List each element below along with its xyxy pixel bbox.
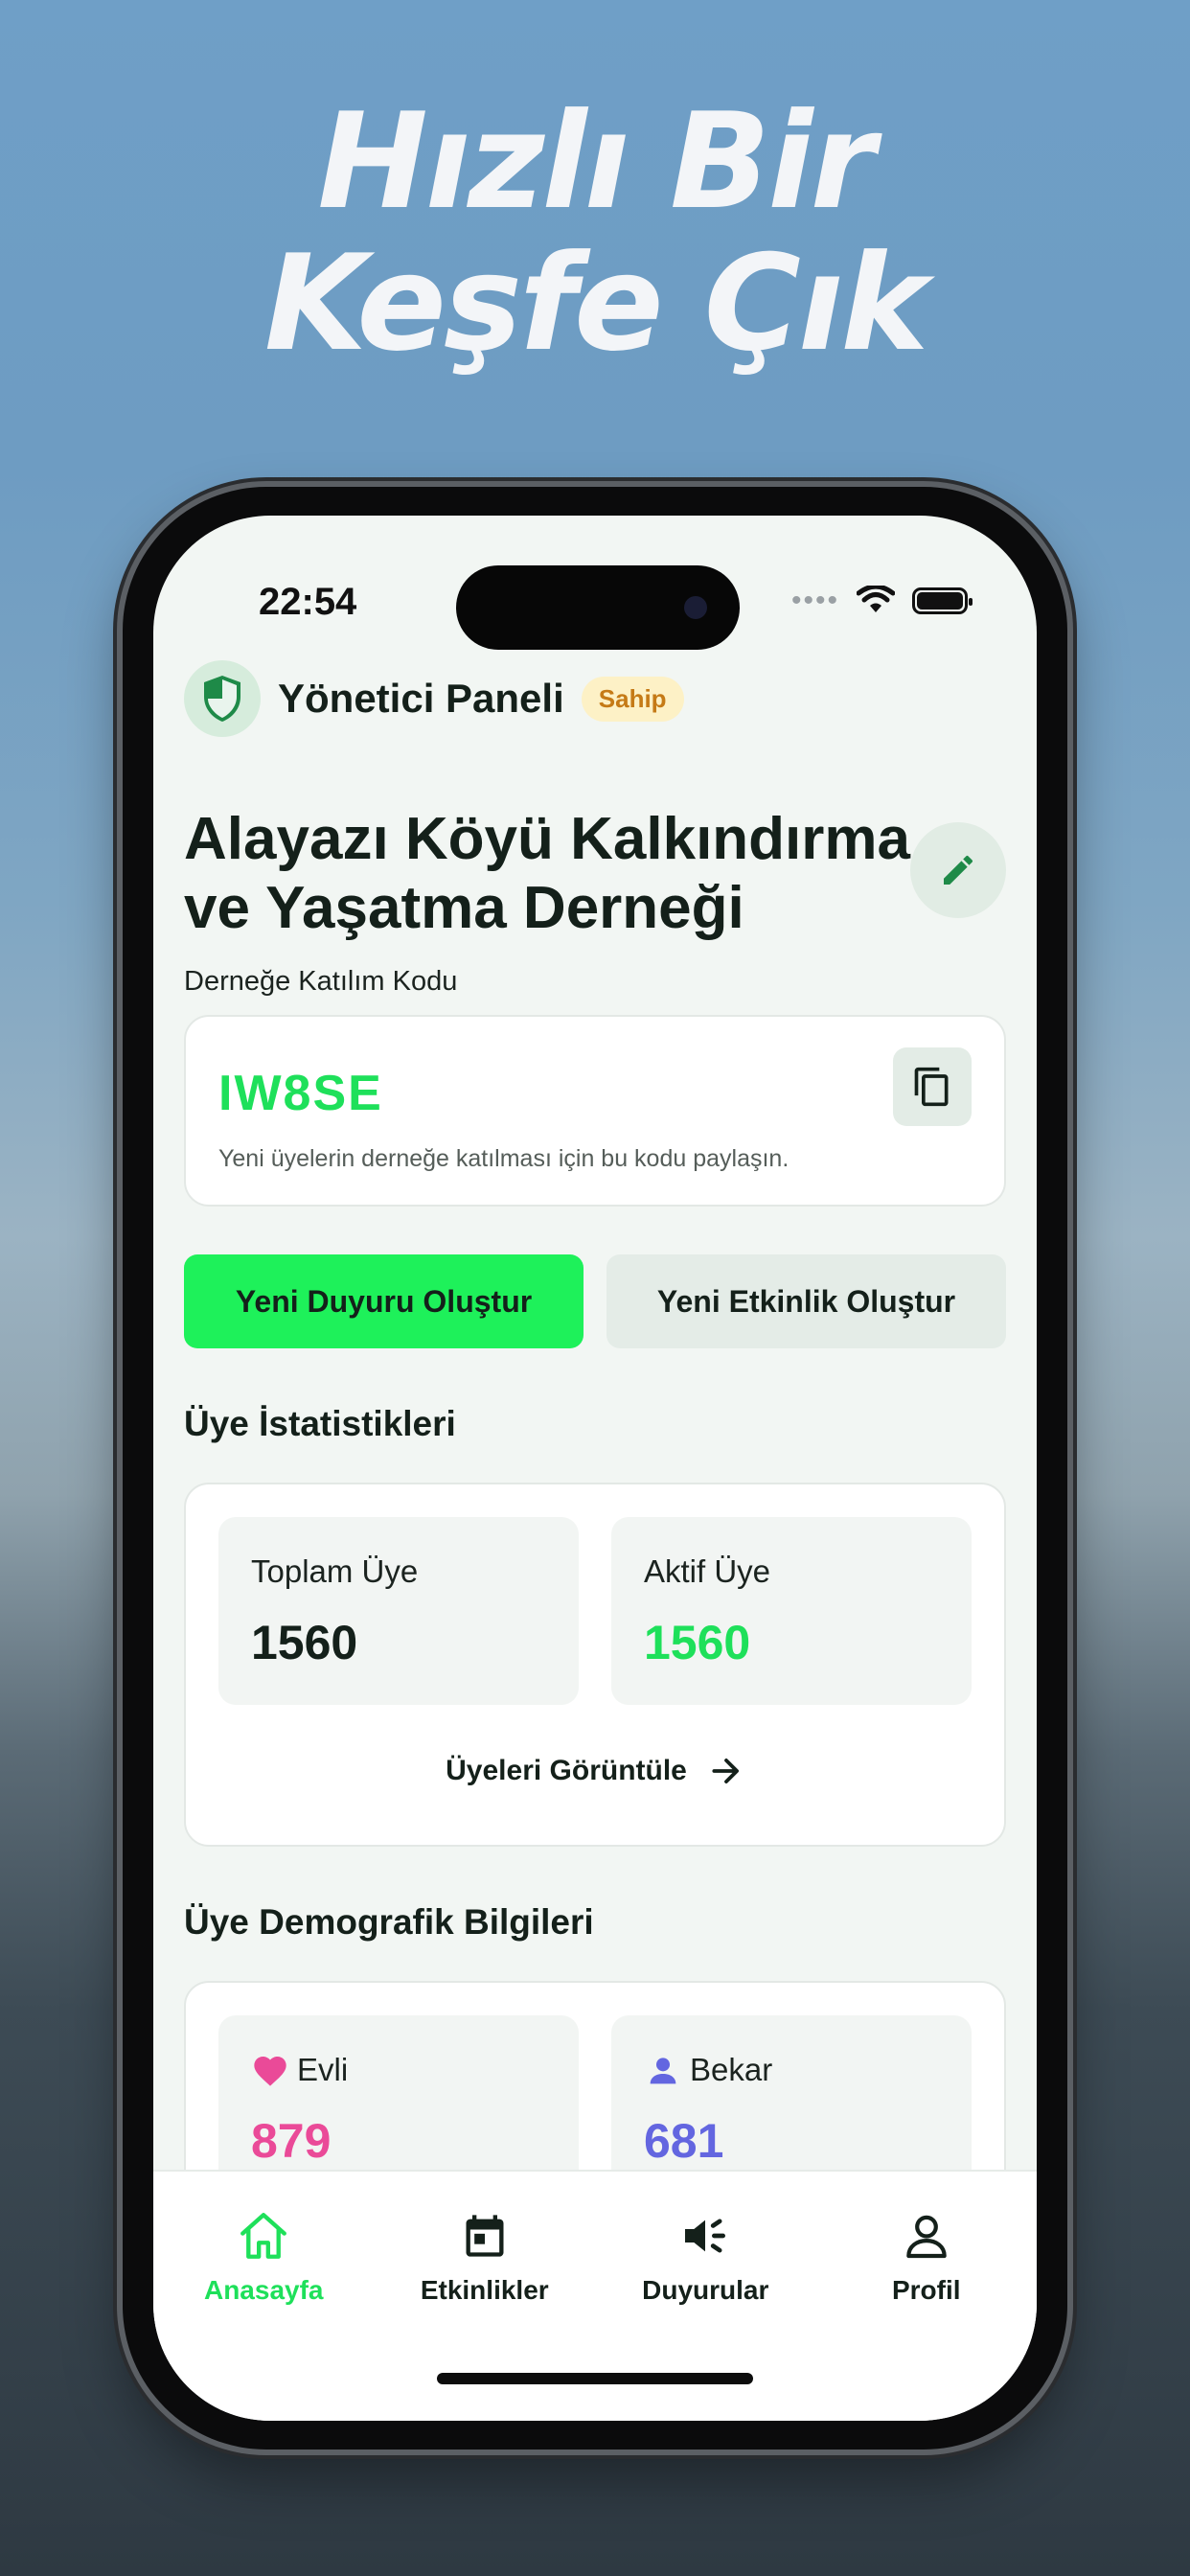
battery-icon: [912, 587, 973, 614]
heart-icon: [254, 2057, 286, 2086]
member-stats-card: Toplam Üye 1560 Aktif Üye 1560 Üyeleri G…: [184, 1483, 1006, 1847]
role-badge: Sahip: [581, 676, 684, 722]
single-value: 681: [644, 2114, 724, 2168]
tab-announcements-label: Duyurular: [642, 2275, 769, 2305]
signal-dots-icon: ••••: [790, 585, 839, 616]
tab-profile-label: Profil: [891, 2275, 961, 2305]
active-members-value: 1560: [644, 1616, 751, 1669]
home-icon: [240, 2213, 287, 2259]
admin-header: Yönetici Paneli Sahip: [184, 659, 1006, 738]
calendar-icon: [466, 2215, 504, 2257]
promo-line-2: Keşfe Çık: [263, 226, 928, 380]
member-stat-tiles: Toplam Üye 1560 Aktif Üye 1560: [218, 1517, 972, 1705]
married-label: Evli: [297, 2052, 349, 2087]
tab-events-label: Etkinlikler: [420, 2275, 549, 2305]
profile-icon: [905, 2215, 947, 2259]
tab-bar: Anasayfa Etkinlikler Duyurular Profil: [153, 2170, 1037, 2421]
tab-list: Anasayfa Etkinlikler Duyurular Profil: [153, 2206, 1037, 2306]
tab-home-label: Anasayfa: [203, 2275, 324, 2305]
edit-association-button[interactable]: [910, 822, 1006, 918]
association-name: Alayazı Köyü Kalkındırma ve Yaşatma Dern…: [184, 806, 911, 941]
status-time: 22:54: [259, 581, 357, 623]
active-members-label: Aktif Üye: [644, 1553, 771, 1589]
join-code-card: IW8SE Yeni üyelerin derneğe katılması iç…: [184, 1015, 1006, 1207]
page-title: Yönetici Paneli: [278, 676, 564, 721]
tab-events[interactable]: Etkinlikler: [375, 2206, 596, 2306]
main-content: Yönetici Paneli Sahip Alayazı Köyü Kalkı…: [184, 659, 1006, 2268]
active-members-tile: Aktif Üye 1560: [611, 1517, 972, 1705]
total-members-value: 1560: [251, 1616, 358, 1669]
dynamic-island: [456, 565, 740, 650]
new-event-button[interactable]: Yeni Etkinlik Oluştur: [606, 1254, 1006, 1348]
new-announcement-button[interactable]: Yeni Duyuru Oluştur: [184, 1254, 584, 1348]
shield-icon: [184, 660, 261, 737]
demographics-title: Üye Demografik Bilgileri: [184, 1902, 594, 1942]
association-header: Alayazı Köyü Kalkındırma ve Yaşatma Dern…: [184, 805, 1006, 943]
status-icons: ••••: [790, 585, 973, 617]
tab-announcements[interactable]: Duyurular: [595, 2206, 816, 2306]
join-code: IW8SE: [218, 1066, 383, 1121]
wifi-icon: [857, 586, 895, 612]
action-buttons: Yeni Duyuru Oluştur Yeni Etkinlik Oluştu…: [184, 1254, 1006, 1348]
single-label: Bekar: [690, 2052, 773, 2087]
tab-profile[interactable]: Profil: [816, 2206, 1038, 2306]
person-icon: [650, 2058, 676, 2084]
arrow-right-icon: [712, 1759, 739, 1783]
join-code-label: Derneğe Katılım Kodu: [184, 966, 458, 997]
megaphone-icon: [685, 2219, 726, 2253]
app-screen: 22:54 •••• Yönetici Paneli Sahip Alayazı…: [153, 516, 1037, 2421]
copy-code-button[interactable]: [893, 1047, 972, 1126]
pencil-icon: [944, 855, 973, 885]
promo-headline: Hızlı Bir Keşfe Çık: [0, 91, 1190, 375]
promo-line-1: Hızlı Bir: [317, 84, 875, 239]
view-members-link[interactable]: Üyeleri Görüntüle: [186, 1753, 1004, 1789]
total-members-label: Toplam Üye: [251, 1553, 419, 1589]
camera-icon: [684, 596, 707, 619]
total-members-tile: Toplam Üye 1560: [218, 1517, 579, 1705]
status-bar: 22:54 ••••: [153, 516, 1037, 650]
join-code-hint: Yeni üyelerin derneğe katılması için bu …: [218, 1145, 790, 1172]
married-value: 879: [251, 2114, 332, 2168]
member-stats-title: Üye İstatistikleri: [184, 1404, 456, 1443]
copy-icon: [914, 1067, 949, 1107]
home-indicator[interactable]: [437, 2373, 753, 2384]
tab-home[interactable]: Anasayfa: [153, 2206, 375, 2306]
phone-frame: 22:54 •••• Yönetici Paneli Sahip Alayazı…: [123, 487, 1067, 2450]
view-members-label: Üyeleri Görüntüle: [446, 1755, 687, 1786]
